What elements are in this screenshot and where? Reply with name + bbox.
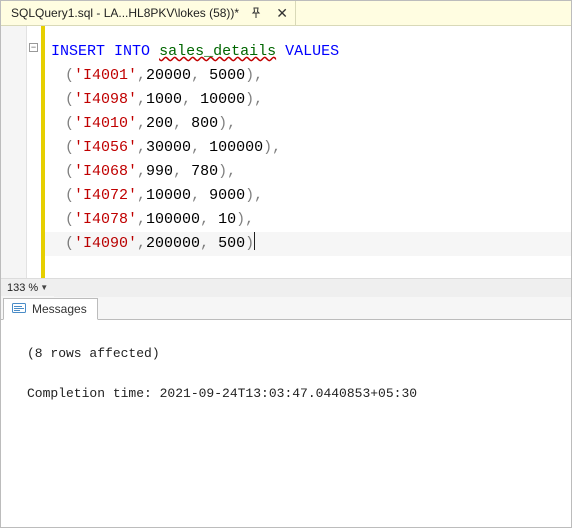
code-line: ('I4068',990, 780), (51, 160, 571, 184)
chevron-down-icon: ▼ (40, 283, 48, 292)
editor-wrap: − INSERT INTO sales_details VALUES('I400… (1, 26, 571, 527)
results-tabbar: Messages (1, 296, 571, 320)
code-area[interactable]: INSERT INTO sales_details VALUES('I4001'… (45, 26, 571, 278)
code-line: ('I4078',100000, 10), (51, 208, 571, 232)
messages-icon (12, 303, 26, 315)
bookmark-margin (1, 26, 27, 278)
hscroll-track[interactable] (54, 279, 571, 297)
editor-statusbar: 133 % ▼ (1, 278, 571, 296)
code-line: INSERT INTO sales_details VALUES (51, 40, 571, 64)
code-line: ('I4098',1000, 10000), (51, 88, 571, 112)
doc-tab-sqlquery1[interactable]: SQLQuery1.sql - LA...HL8PKV\lokes (58))*… (1, 1, 296, 25)
collapse-icon[interactable]: − (29, 43, 38, 52)
zoom-dropdown[interactable]: 133 % ▼ (1, 282, 50, 294)
messages-line: Completion time: 2021-09-24T13:03:47.044… (27, 380, 571, 408)
tab-title: SQLQuery1.sql - LA...HL8PKV\lokes (58))* (11, 6, 239, 20)
zoom-value: 133 % (7, 282, 38, 294)
code-line: ('I4072',10000, 9000), (51, 184, 571, 208)
doc-tabbar: SQLQuery1.sql - LA...HL8PKV\lokes (58))*… (1, 1, 571, 26)
sql-editor[interactable]: − INSERT INTO sales_details VALUES('I400… (1, 26, 571, 278)
close-icon[interactable]: ✕ (273, 4, 291, 22)
tab-messages-label: Messages (32, 302, 87, 316)
code-line: ('I4056',30000, 100000), (51, 136, 571, 160)
code-line: ('I4010',200, 800), (51, 112, 571, 136)
outline-margin: − (27, 26, 41, 278)
code-line: ('I4001',20000, 5000), (51, 64, 571, 88)
editor-frame: SQLQuery1.sql - LA...HL8PKV\lokes (58))*… (0, 0, 572, 528)
pin-icon[interactable] (247, 4, 265, 22)
messages-line: (8 rows affected) (27, 340, 571, 368)
tab-messages[interactable]: Messages (3, 298, 98, 320)
messages-pane[interactable]: (8 rows affected) Completion time: 2021-… (1, 320, 571, 527)
